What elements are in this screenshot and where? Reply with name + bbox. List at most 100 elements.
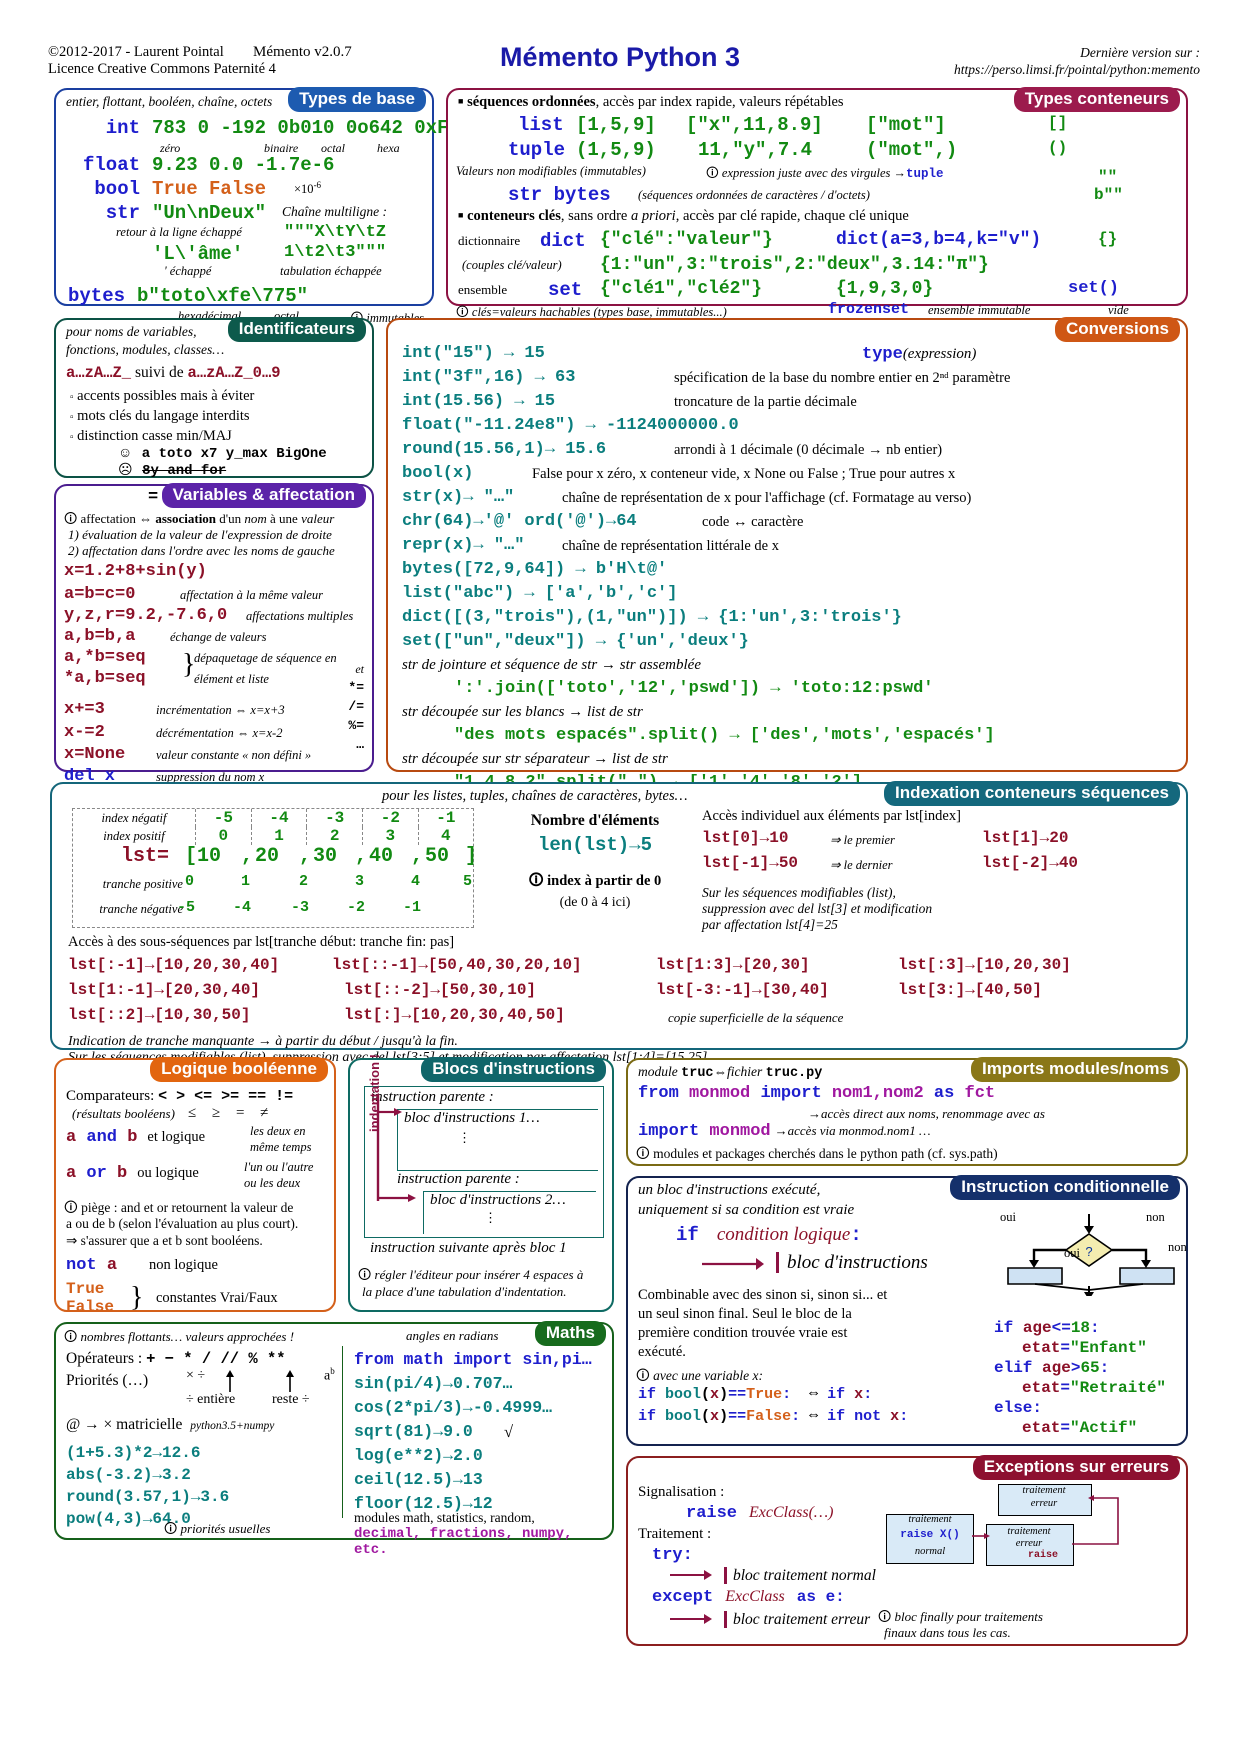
int-note-octal: octal: [321, 141, 345, 155]
assign-row-7-desc: décrémentation ⇔ x=x-2: [156, 726, 283, 740]
identifiers-rule-mid: suivi de: [131, 364, 188, 381]
maths-row-0: sin(pi/4)→0.707…: [354, 1374, 513, 1393]
tuple-expr-code: tuple: [906, 167, 944, 181]
if-block-text: bloc d'instructions: [776, 1252, 928, 1273]
slice-pos-1: 1: [241, 873, 251, 890]
identifiers-rule-first: a…zA…Z_: [66, 364, 132, 382]
assign-row-1-code: a=b=c=0: [64, 585, 136, 604]
raise-keyword: raise: [686, 1504, 738, 1523]
lst-comma-2: ,: [355, 845, 368, 868]
latest-version-label: Dernière version sur :: [1080, 45, 1200, 60]
set-label: set: [548, 279, 583, 301]
identifiers-bad: 8y and for: [142, 463, 227, 479]
tuple-value-2: 11,"y",7.4: [698, 139, 813, 161]
list-value-1: [1,5,9]: [576, 114, 656, 136]
assign-row-0-code: x=1.2+8+sin(y): [64, 562, 207, 581]
frozenset-label: frozenset: [828, 301, 910, 318]
panel-exceptions-tab: Exceptions sur erreurs: [972, 1455, 1180, 1480]
table-row: index positif 0 1 2 3 4: [73, 827, 473, 845]
if-colon: :: [850, 1224, 862, 1246]
subsequence-title: Accès à des sous-séquences par lst[tranc…: [68, 934, 455, 950]
panel-maths: Maths nombres flottants… valeurs approch…: [54, 1321, 614, 1558]
index-range-note: (de 0 à 4 ici): [559, 895, 631, 910]
true-constant: True: [66, 1280, 105, 1298]
bytes-empty: b"": [1094, 186, 1123, 204]
conv-7-code: chr(64)→'@' ord('@')→64: [402, 512, 637, 531]
panel-conditional: Instruction conditionnelle un bloc d'ins…: [626, 1175, 1188, 1446]
slice-neg-1: -4: [233, 899, 252, 916]
int-note-hexa: hexa: [377, 141, 400, 155]
bytes-value: b"toto\xfe\775": [137, 285, 309, 307]
access-title: Accès individuel aux éléments par lst[in…: [702, 808, 961, 824]
multiline-label: Chaîne multiligne :: [282, 204, 387, 219]
index-from-zero-note: index à partir de 0: [500, 870, 690, 895]
conv-10-code: list("abc") → ['a','b','c']: [402, 584, 678, 603]
tuple-expr-note: expression juste avec des virgules →tupl…: [706, 164, 944, 185]
maths-ops-label: Opérateurs :: [66, 1350, 147, 1367]
assign-row-4-desc: dépaquetage de séquence en: [194, 651, 337, 665]
str-value: "Un\nDeux": [152, 202, 267, 224]
key-containers-desc-b: , accès par clé rapide, chaque clé uniqu…: [675, 208, 909, 224]
row-label-neg-index: index négatif: [101, 810, 167, 825]
compound-ops-et: et: [355, 662, 364, 676]
frozenset-note: ensemble immutable: [928, 303, 1031, 317]
int-note-zero: zéro: [160, 141, 181, 155]
conv-8-desc: chaîne de représentation littérale de x: [562, 538, 779, 554]
tuple-empty: (): [1048, 139, 1068, 157]
float-label: float: [82, 154, 140, 176]
modif-note-2: suppression avec del lst[3] et modificat…: [702, 901, 933, 916]
if-condition: condition logique: [716, 1224, 851, 1245]
table-row: index négatif -5 -4 -3 -2 -1: [73, 809, 473, 827]
neg-index-1: -4: [250, 809, 307, 827]
slice-pos-2: 2: [299, 873, 309, 890]
key-containers-desc-a: , sans ordre: [560, 208, 631, 224]
panel-conditional-tab: Instruction conditionnelle: [950, 1175, 1180, 1200]
panel-containers: Types conteneurs ■ séquences ordonnées, …: [446, 87, 1188, 319]
maths-priority-label: Priorités (…): [66, 1372, 149, 1389]
slice-neg-3: -2: [347, 899, 366, 916]
sqrt-symbol-icon: √: [504, 1422, 514, 1441]
assign-row-8-desc: valeur constante « non défini »: [156, 748, 312, 762]
maths-example-2: round(3.57,1)→3.6: [66, 1488, 230, 1506]
slice-neg-2: -3: [291, 899, 310, 916]
assign-row-5-code: *a,b=seq: [64, 669, 146, 688]
slice-neg-0: -5: [177, 899, 196, 916]
conv-9-code: bytes([72,9,64]) → b'H\t@': [402, 560, 668, 579]
indexing-subtitle: pour les listes, tuples, chaînes de cara…: [382, 788, 688, 804]
slice-0-0: lst[:-1]→[10,20,30,40]: [68, 956, 280, 974]
or-row: a or b ou logique: [66, 1164, 199, 1183]
slice-0-2: lst[1:3]→[20,30]: [656, 956, 810, 974]
maths-import-line: from math import sin,pi…: [354, 1350, 592, 1369]
maths-math-module: from math import sin,pi… sin(pi/4)→0.707…: [354, 1348, 592, 1516]
import-note-1: →accès direct aux noms, renommage avec a…: [808, 1106, 1045, 1121]
raise-class: ExcClass(…): [749, 1504, 834, 1521]
tuple-label: tuple: [508, 139, 566, 161]
identifiers-bullets: ▫ accents possibles mais à éviter ▫ mots…: [70, 387, 254, 447]
identifiers-rule-rest: a…zA…Z_0…9: [187, 364, 281, 382]
key-containers-apriori: a priori: [630, 208, 676, 224]
slice-footer-1: Indication de tranche manquante → à part…: [68, 1034, 458, 1049]
block-content-2: bloc d'instructions 2…: [430, 1192, 566, 1208]
maths-matmul-row: @ → × matricielle python3.5+numpy: [66, 1416, 274, 1434]
conv-2-code: int(15.56) → 15: [402, 392, 556, 411]
row-label-slice-neg: tranche négative: [99, 902, 183, 916]
finally-note-2: finaux dans tous les cas.: [884, 1625, 1011, 1640]
dict-fr-sub: (couples clé/valeur): [462, 258, 562, 272]
str-bytes-label: str bytes: [508, 184, 611, 206]
pos-index-4: 4: [417, 827, 473, 845]
identifiers-bullet-2: ▫ mots clés du langage interdits: [70, 408, 250, 424]
block-content-1: bloc d'instructions 1…: [404, 1110, 540, 1126]
conv-7-desc: code ↔ caractère: [702, 514, 804, 530]
list-empty: []: [1048, 114, 1068, 132]
comparators-row: Comparateurs: < > <= >= == !=: [66, 1088, 293, 1105]
maths-examples: (1+5.3)*2→12.6 abs(-3.2)→3.2 round(3.57,…: [66, 1442, 229, 1530]
maths-example-0: (1+5.3)*2→12.6: [66, 1444, 201, 1462]
assign-row-4-code: a,*b=seq: [64, 648, 146, 667]
slice-pos-0: 0: [185, 873, 195, 890]
conv-5-code: bool(x): [402, 464, 474, 483]
access-1-note: ⇒ le dernier: [830, 858, 893, 872]
float-values: 9.23 0.0 -1.7e-6: [152, 154, 335, 176]
identifiers-sub-2: fonctions, modules, classes…: [66, 342, 225, 357]
int-values: 783 0 -192 0b010 0o642 0xF3: [152, 117, 460, 139]
lst-name: lst=: [121, 845, 170, 868]
